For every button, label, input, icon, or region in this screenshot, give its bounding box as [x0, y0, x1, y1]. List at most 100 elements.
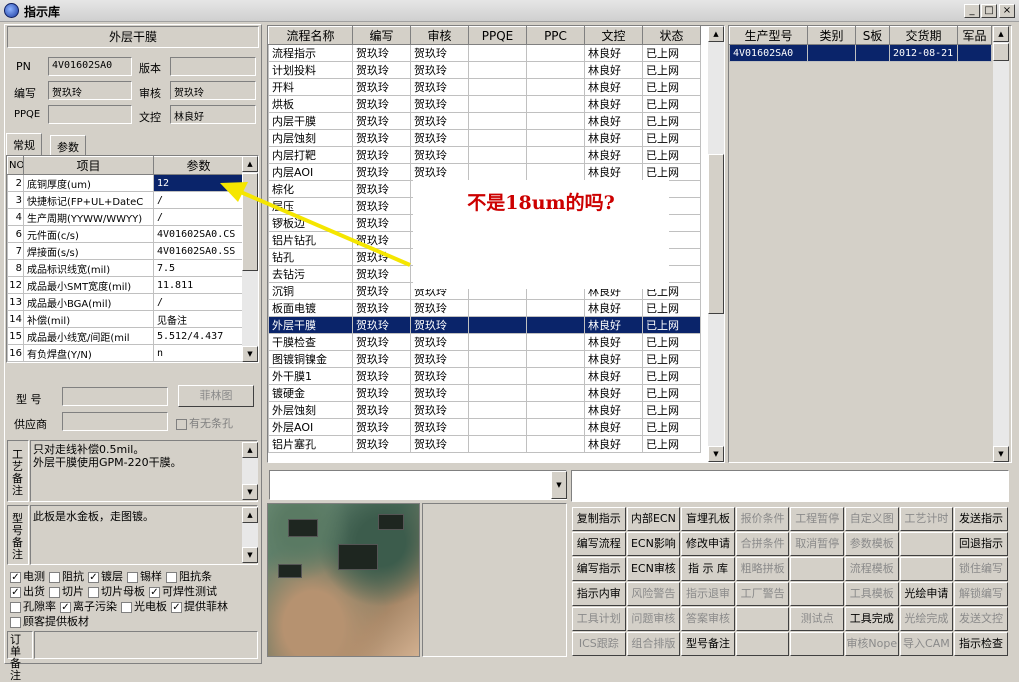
action-button[interactable]: 编写流程 — [572, 532, 626, 556]
action-button[interactable]: 合拼条件 — [735, 532, 790, 556]
process-cell[interactable] — [526, 44, 585, 62]
minimize-button[interactable]: _ — [964, 4, 980, 18]
orders-cell[interactable]: 2012-08-21 — [889, 44, 958, 62]
action-button[interactable]: 指 示 库 — [681, 557, 735, 581]
option-checkbox[interactable]: ✓ 离子污染 — [60, 600, 117, 613]
checkmark-icon[interactable]: ✓ — [10, 571, 21, 583]
process-cell[interactable]: 贺玖玲 — [410, 401, 469, 419]
action-button[interactable]: 测试点 — [790, 607, 844, 631]
process-cell[interactable]: 已上网 — [642, 129, 701, 147]
param-row[interactable]: 14 补偿(mil) 见备注 — [7, 310, 244, 328]
review-field[interactable]: 贺玖玲 — [170, 81, 256, 100]
param-cell-no[interactable]: 4 — [7, 208, 24, 226]
process-cell[interactable]: 林良好 — [584, 418, 643, 436]
param-cell-no[interactable]: 16 — [7, 344, 24, 362]
action-button[interactable] — [735, 632, 790, 656]
process-cell[interactable]: 外干膜1 — [268, 367, 353, 385]
orders-header[interactable]: 军品 — [957, 26, 992, 45]
process-cell[interactable]: 林良好 — [584, 316, 643, 334]
param-cell-no[interactable]: 3 — [7, 191, 24, 209]
process-cell[interactable] — [468, 384, 527, 402]
action-button[interactable] — [899, 557, 954, 581]
process-header[interactable]: 编写 — [352, 26, 411, 45]
process-row[interactable]: 内层打靶 贺玖玲 贺玖玲 林良好 已上网 — [268, 146, 701, 164]
process-cell[interactable]: 镀硬金 — [268, 384, 353, 402]
process-cell[interactable]: 林良好 — [584, 61, 643, 79]
action-button[interactable]: 粗略拼板 — [735, 557, 790, 581]
process-cell[interactable]: 已上网 — [642, 316, 701, 334]
action-button[interactable]: 问题审核 — [626, 607, 681, 631]
option-checkbox[interactable]: ✓ 电测 — [10, 570, 45, 583]
process-cell[interactable]: 林良好 — [584, 333, 643, 351]
process-cell[interactable] — [526, 418, 585, 436]
action-button[interactable]: 风险警告 — [626, 582, 681, 606]
process-cell[interactable]: 贺玖玲 — [352, 61, 411, 79]
process-scrollbar[interactable]: ▲ ▼ — [708, 26, 724, 462]
process-cell[interactable]: 钻孔 — [268, 248, 353, 266]
process-cell[interactable]: 贺玖玲 — [352, 350, 411, 368]
action-button[interactable] — [790, 582, 844, 606]
process-cell[interactable] — [468, 129, 527, 147]
process-cell[interactable] — [526, 401, 585, 419]
action-button[interactable]: 指示退审 — [681, 582, 735, 606]
process-cell[interactable]: 已上网 — [642, 146, 701, 164]
option-checkbox[interactable]: ✓ 镀层 — [88, 570, 123, 583]
process-cell[interactable]: 林良好 — [584, 163, 643, 181]
process-header[interactable]: 流程名称 — [268, 26, 353, 45]
param-cell-item[interactable]: 补偿(mil) — [23, 310, 154, 328]
action-button[interactable]: 审核Nope — [845, 632, 899, 656]
process-cell[interactable]: 贺玖玲 — [352, 214, 411, 232]
process-row[interactable]: 干膜检查 贺玖玲 贺玖玲 林良好 已上网 — [268, 333, 701, 351]
action-button[interactable]: 锁住编写 — [954, 557, 1008, 581]
param-cell-value[interactable]: / — [153, 293, 244, 311]
action-button[interactable]: 光绘完成 — [899, 607, 954, 631]
action-button[interactable] — [735, 607, 790, 631]
process-row[interactable]: 内层干膜 贺玖玲 贺玖玲 林良好 已上网 — [268, 112, 701, 130]
action-button[interactable]: 编写指示 — [572, 557, 626, 581]
checkbox-box[interactable] — [49, 571, 60, 583]
action-button[interactable]: 指示内审 — [572, 582, 626, 606]
param-cell-item[interactable]: 有负焊盘(Y/N) — [23, 344, 154, 362]
process-cell[interactable]: 已上网 — [642, 299, 701, 317]
scroll-up-icon[interactable]: ▲ — [242, 507, 258, 523]
param-row[interactable]: 2 底铜厚度(um) 12 — [7, 174, 244, 192]
action-button[interactable]: ECN影响 — [626, 532, 681, 556]
process-cell[interactable]: 贺玖玲 — [410, 129, 469, 147]
process-cell[interactable]: 锣板边 — [268, 214, 353, 232]
process-cell[interactable]: 贺玖玲 — [410, 367, 469, 385]
close-button[interactable]: × — [999, 4, 1015, 18]
process-cell[interactable] — [526, 95, 585, 113]
model-field[interactable] — [62, 387, 168, 406]
process-cell[interactable]: 林良好 — [584, 44, 643, 62]
param-cell-value[interactable]: 7.5 — [153, 259, 244, 277]
process-cell[interactable]: 贺玖玲 — [352, 78, 411, 96]
process-cell[interactable]: 已上网 — [642, 350, 701, 368]
orders-scrollbar[interactable]: ▲ ▼ — [993, 26, 1009, 462]
process-cell[interactable]: 贺玖玲 — [352, 418, 411, 436]
option-checkbox[interactable]: ✓ 提供菲林 — [171, 600, 228, 613]
checkbox-box[interactable] — [121, 601, 132, 613]
orders-header[interactable]: 生产型号 — [729, 26, 808, 45]
process-cell[interactable]: 已上网 — [642, 95, 701, 113]
process-cell[interactable] — [468, 78, 527, 96]
option-checkbox[interactable]: ✓ 可焊性测试 — [149, 585, 217, 598]
process-row[interactable]: 开料 贺玖玲 贺玖玲 林良好 已上网 — [268, 78, 701, 96]
process-cell[interactable]: 板面电镀 — [268, 299, 353, 317]
param-cell-no[interactable]: 2 — [7, 174, 24, 192]
process-cell[interactable]: 已上网 — [642, 435, 701, 453]
process-cell[interactable]: 外层蚀刻 — [268, 401, 353, 419]
process-cell[interactable]: 开料 — [268, 78, 353, 96]
tab-general[interactable]: 常规 — [6, 133, 42, 155]
scroll-up-icon[interactable]: ▲ — [708, 26, 724, 42]
process-cell[interactable]: 贺玖玲 — [352, 333, 411, 351]
param-header-value[interactable]: 参数 — [153, 156, 244, 175]
action-button[interactable]: 流程模板 — [845, 557, 899, 581]
process-cell[interactable]: 去钻污 — [268, 265, 353, 283]
process-combo[interactable]: ▼ — [269, 470, 567, 500]
param-cell-value[interactable]: / — [153, 191, 244, 209]
option-checkbox[interactable]: 切片 — [49, 585, 84, 598]
process-row[interactable]: 镀硬金 贺玖玲 贺玖玲 林良好 已上网 — [268, 384, 701, 402]
param-cell-item[interactable]: 快捷标记(FP+UL+DateC — [23, 191, 154, 209]
process-cell[interactable]: 干膜检查 — [268, 333, 353, 351]
process-cell[interactable] — [526, 350, 585, 368]
